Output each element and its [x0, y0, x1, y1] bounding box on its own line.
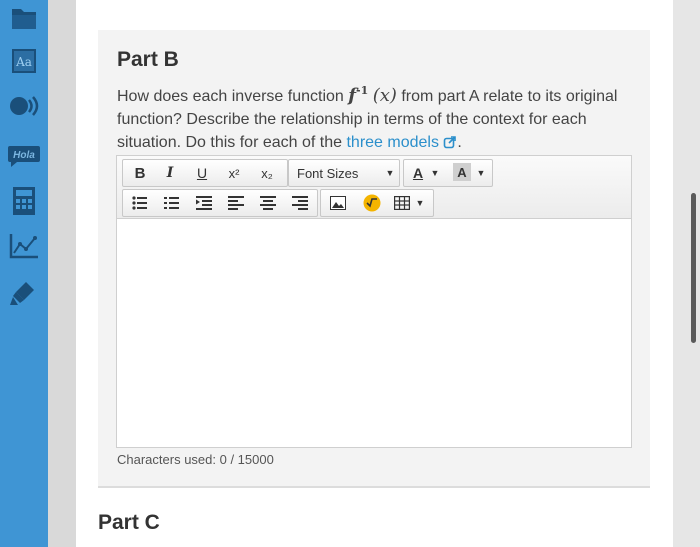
text-color-chevron-icon[interactable]: ▼: [429, 160, 441, 186]
tool-rail: Aa Hola: [0, 0, 48, 547]
calculator-icon[interactable]: [4, 183, 44, 219]
indent-icon[interactable]: [189, 190, 219, 216]
three-models-link[interactable]: three models: [346, 134, 439, 151]
table-icon[interactable]: [391, 190, 413, 216]
editor-toolbar: B I U x² x₂ Font Sizes ▼ A ▼ A ▼ ▼: [117, 156, 631, 219]
audio-icon[interactable]: [4, 88, 44, 124]
part-b-title: Part B: [117, 48, 179, 71]
rail-separator: [48, 0, 76, 547]
bold-button[interactable]: B: [125, 160, 155, 186]
external-link-icon[interactable]: [443, 133, 457, 156]
chevron-down-icon: ▼: [385, 168, 395, 178]
underline-button[interactable]: U: [187, 160, 217, 186]
scrollbar[interactable]: [691, 193, 696, 343]
graph-icon[interactable]: [4, 228, 44, 264]
numbered-list-icon[interactable]: [157, 190, 187, 216]
align-right-icon[interactable]: [285, 190, 315, 216]
font-sizes-label: Font Sizes: [297, 165, 359, 181]
prompt-text-end: .: [457, 134, 462, 151]
folder-icon[interactable]: [4, 0, 44, 36]
align-center-icon[interactable]: [253, 190, 283, 216]
translate-icon[interactable]: Hola: [4, 136, 44, 172]
align-left-icon[interactable]: [221, 190, 251, 216]
part-b-prompt: How does each inverse function f-1 (x) f…: [117, 79, 637, 156]
character-count: Characters used: 0 / 15000: [117, 452, 274, 467]
function-argument: (x): [372, 85, 397, 106]
bg-color-chevron-icon[interactable]: ▼: [475, 160, 487, 186]
italic-button[interactable]: I: [155, 160, 185, 186]
dictionary-icon[interactable]: Aa: [4, 43, 44, 79]
background-color-button[interactable]: A: [453, 163, 471, 181]
part-c-title: Part C: [98, 511, 160, 534]
image-icon[interactable]: [323, 190, 353, 216]
superscript-button[interactable]: x²: [219, 160, 249, 186]
inverse-exponent: -1: [356, 84, 369, 97]
prompt-text-start: How does each inverse function: [117, 88, 349, 105]
math-formula-icon[interactable]: [357, 190, 387, 216]
highlighter-icon[interactable]: [4, 275, 44, 311]
dictionary-label: Aa: [15, 55, 32, 69]
inverse-function-name: f-1: [348, 84, 369, 106]
translate-label: Hola: [13, 150, 35, 161]
answer-text-area[interactable]: [117, 220, 631, 447]
subscript-button[interactable]: x₂: [251, 160, 283, 186]
answer-editor: B I U x² x₂ Font Sizes ▼ A ▼ A ▼ ▼: [116, 155, 632, 448]
table-chevron-icon[interactable]: ▼: [414, 190, 426, 216]
text-color-button[interactable]: A: [409, 160, 427, 186]
bullet-list-icon[interactable]: [125, 190, 155, 216]
